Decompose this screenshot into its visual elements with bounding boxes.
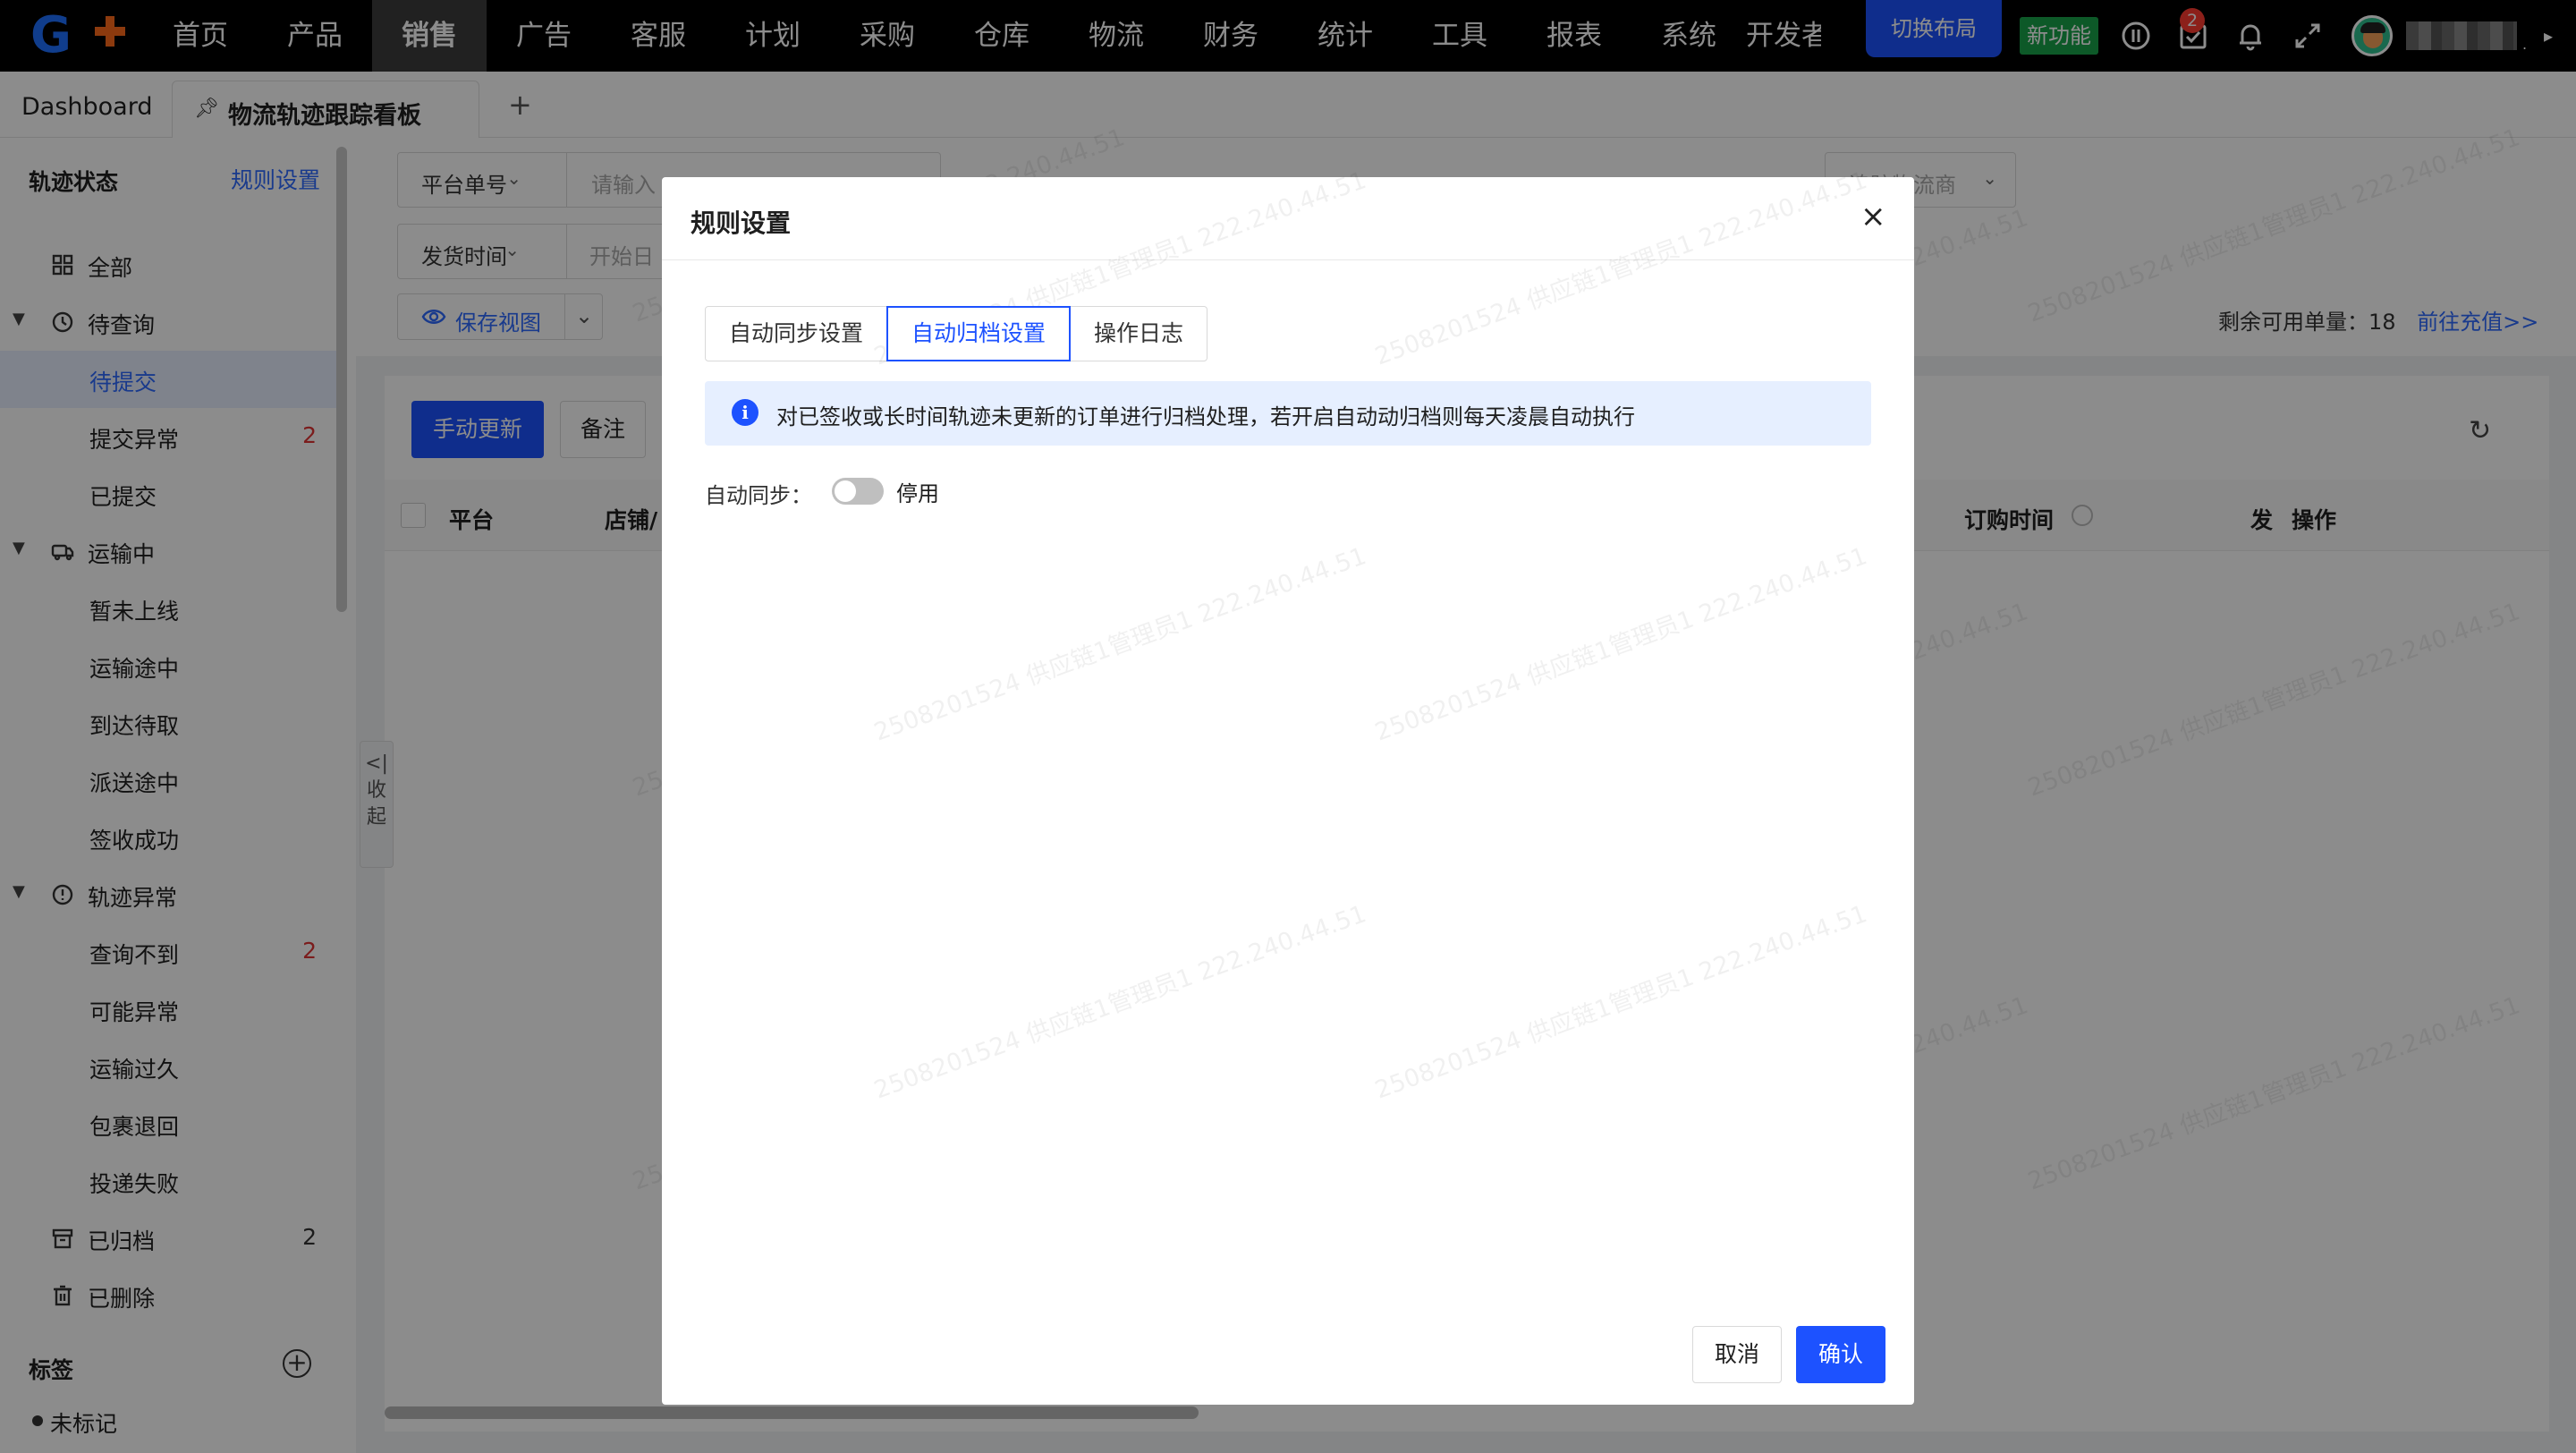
toggle-knob [835,480,856,502]
alert-text: 对已签收或长时间轨迹未更新的订单进行归档处理，若开启自动动归档则每天凌晨自动执行 [776,404,1635,429]
auto-sync-label: 自动同步： [705,483,812,508]
info-alert: i 对已签收或长时间轨迹未更新的订单进行归档处理，若开启自动动归档则每天凌晨自动… [705,381,1871,446]
info-icon: i [732,399,758,426]
tab-auto-sync-settings[interactable]: 自动同步设置 [705,306,888,361]
dialog-divider [662,259,1914,260]
dialog-title: 规则设置 [691,208,792,238]
tab-operation-log[interactable]: 操作日志 [1070,306,1208,361]
confirm-button[interactable]: 确认 [1796,1326,1885,1383]
tab-auto-archive-settings[interactable]: 自动归档设置 [886,306,1072,361]
toggle-state-text: 停用 [896,481,939,506]
watermark: 2508201524 供应链1管理员1 222.240.44.51 [1371,542,1871,747]
watermark: 2508201524 供应链1管理员1 222.240.44.51 [870,900,1370,1105]
rule-settings-dialog: 规则设置 × 自动同步设置 自动归档设置 操作日志 i 对已签收或长时间轨迹未更… [662,166,1914,1405]
auto-sync-toggle[interactable] [832,478,884,505]
watermark: 2508201524 供应链1管理员1 222.240.44.51 [870,542,1370,747]
watermark: 2508201524 供应链1管理员1 222.240.44.51 [1371,900,1871,1105]
dialog-tabs: 自动同步设置 自动归档设置 操作日志 [705,306,1208,361]
close-icon[interactable]: × [1860,199,1886,234]
watermark: 2508201524 供应链1管理员1 222.240.44.51 [1371,166,1871,371]
cancel-button[interactable]: 取消 [1692,1326,1782,1383]
